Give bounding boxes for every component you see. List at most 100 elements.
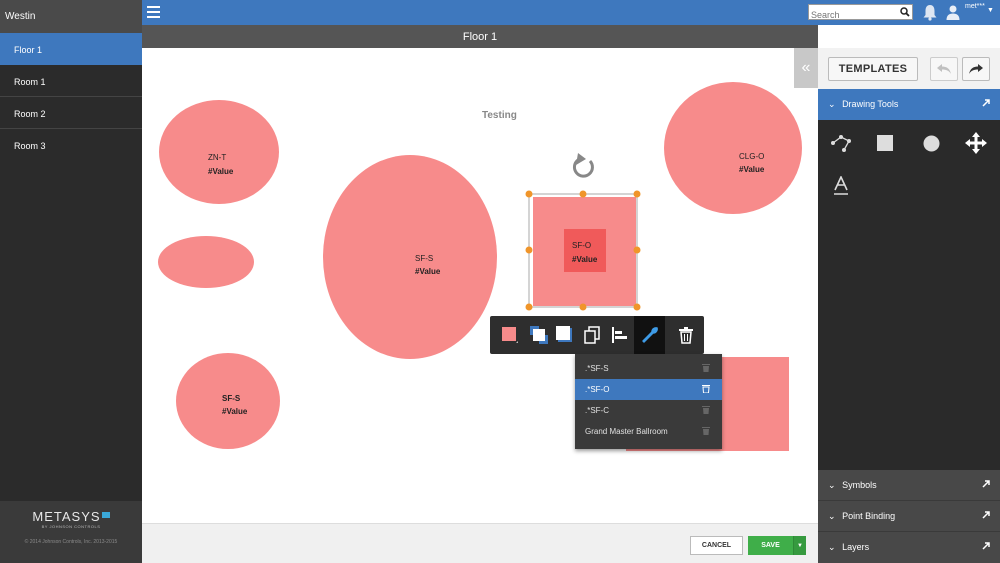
- shape-clg-o-name: CLG-O: [739, 152, 764, 161]
- resize-handle[interactable]: [579, 190, 587, 198]
- resize-handle[interactable]: [525, 246, 533, 254]
- move-tool[interactable]: [964, 131, 988, 155]
- trash-icon[interactable]: [702, 363, 710, 374]
- duplicate-button[interactable]: [576, 316, 607, 354]
- undo-icon: [937, 64, 951, 74]
- fill-color-icon: [501, 327, 518, 343]
- section-label: Layers: [842, 542, 870, 552]
- right-panel-header: TEMPLATES: [818, 48, 1000, 89]
- delete-shape-button[interactable]: [670, 316, 701, 354]
- sidebar-item-floor-1[interactable]: Floor 1: [0, 33, 142, 65]
- resize-handle[interactable]: [633, 303, 641, 311]
- collapsed-sections: ⌄ Symbols ⌄ Point Binding ⌄ Layers: [818, 470, 1000, 563]
- drawing-canvas[interactable]: ZN-T #Value SF-S #Value SF-S #Value CLG-…: [142, 48, 818, 523]
- right-panel: TEMPLATES ⌄ Drawing Tools ⌄ Symbols ⌄ Po…: [818, 48, 1000, 563]
- trash-icon[interactable]: [702, 405, 710, 416]
- menu-item-grand-master-ballroom[interactable]: Grand Master Ballroom: [575, 421, 722, 442]
- shape-clg-o[interactable]: [664, 82, 802, 214]
- site-name: Westin: [0, 0, 142, 33]
- sidebar-item-room-3[interactable]: Room 3: [0, 129, 142, 161]
- bell-icon[interactable]: [922, 4, 938, 26]
- left-sidebar: Westin Floor 1 Room 1 Room 2 Room 3 META…: [0, 0, 142, 563]
- metasys-logo: METASYS: [0, 509, 142, 524]
- sidebar-item-room-2[interactable]: Room 2: [0, 97, 142, 129]
- redo-button[interactable]: [962, 57, 990, 81]
- align-button[interactable]: [604, 316, 635, 354]
- chevron-down-icon[interactable]: ▼: [987, 7, 994, 14]
- shape-sf-o-value: #Value: [572, 255, 598, 264]
- cancel-button[interactable]: CANCEL: [690, 536, 743, 555]
- section-label: Drawing Tools: [842, 99, 899, 109]
- collapse-panel-button[interactable]: «: [794, 48, 818, 88]
- undo-button[interactable]: [930, 57, 958, 81]
- layer-dropdown-menu: .*SF-S .*SF-O .*SF-C Grand Master Ballro…: [575, 354, 722, 449]
- shape-sf-o-inner[interactable]: [564, 229, 606, 272]
- search-field[interactable]: [808, 4, 913, 22]
- shape-sf-s-small-value: #Value: [222, 407, 248, 416]
- top-bar: met*** ▼: [142, 0, 1000, 25]
- square-icon: [877, 135, 893, 151]
- section-label: Point Binding: [842, 511, 896, 521]
- expand-arrow-icon[interactable]: [982, 99, 990, 109]
- shape-zn-t-name: ZN-T: [208, 153, 226, 162]
- shape-toolbar: [490, 316, 704, 354]
- page-title: Floor 1: [142, 25, 818, 48]
- section-symbols[interactable]: ⌄ Symbols: [818, 470, 1000, 501]
- resize-handle[interactable]: [525, 303, 533, 311]
- save-options-chevron-icon[interactable]: ▼: [793, 536, 806, 555]
- copyright-text: © 2014 Johnson Controls, Inc. 2013-2015: [24, 539, 118, 545]
- menu-item-sf-c[interactable]: .*SF-C: [575, 400, 722, 421]
- ellipse-tool[interactable]: [919, 131, 943, 155]
- expand-arrow-icon[interactable]: [982, 542, 990, 552]
- rotate-icon[interactable]: [573, 153, 594, 178]
- canvas-shapes[interactable]: ZN-T #Value SF-S #Value SF-S #Value CLG-…: [142, 48, 818, 523]
- trash-icon[interactable]: [702, 426, 710, 437]
- logo-subtitle: BY JOHNSON CONTROLS: [41, 524, 101, 529]
- search-icon[interactable]: [897, 5, 912, 19]
- shape-sf-s-small-name: SF-S: [222, 394, 241, 403]
- resize-handle[interactable]: [633, 190, 641, 198]
- shape-clg-o-value: #Value: [739, 165, 765, 174]
- section-point-binding[interactable]: ⌄ Point Binding: [818, 501, 1000, 532]
- section-layers[interactable]: ⌄ Layers: [818, 532, 1000, 563]
- text-icon: [834, 176, 848, 195]
- expand-arrow-icon[interactable]: [982, 480, 990, 490]
- logo-mark-icon: [101, 512, 110, 518]
- user-icon[interactable]: [946, 4, 960, 25]
- shape-small-ellipse[interactable]: [158, 236, 254, 288]
- wrench-icon: [641, 327, 658, 343]
- username[interactable]: met***: [965, 3, 985, 10]
- resize-handle[interactable]: [633, 246, 641, 254]
- shape-sf-s-large-name: SF-S: [415, 254, 433, 263]
- circle-icon: [923, 135, 939, 151]
- properties-button[interactable]: [634, 316, 665, 354]
- logo-text: METASYS: [32, 509, 101, 524]
- section-drawing-tools[interactable]: ⌄ Drawing Tools: [818, 89, 1000, 120]
- save-button[interactable]: SAVE: [748, 536, 793, 555]
- trash-icon[interactable]: [702, 384, 710, 395]
- expand-arrow-icon[interactable]: [982, 511, 990, 521]
- menu-item-sf-s[interactable]: .*SF-S: [575, 358, 722, 379]
- section-label: Symbols: [842, 480, 877, 490]
- bring-forward-icon: [529, 326, 548, 344]
- menu-icon[interactable]: [147, 6, 160, 18]
- templates-button[interactable]: TEMPLATES: [828, 57, 918, 81]
- resize-handle[interactable]: [579, 303, 587, 311]
- search-input[interactable]: [809, 8, 897, 22]
- move-icon: [965, 132, 987, 154]
- text-tool[interactable]: [829, 174, 853, 198]
- shape-sf-s-large[interactable]: [323, 155, 497, 359]
- menu-item-sf-o[interactable]: .*SF-O: [575, 379, 722, 400]
- rectangle-tool[interactable]: [873, 131, 897, 155]
- drawing-tools-grid: [818, 120, 1000, 460]
- shape-zn-t[interactable]: [159, 100, 279, 204]
- chevron-down-icon: ⌄: [828, 480, 836, 490]
- shape-sf-o-name: SF-O: [572, 241, 591, 250]
- send-backward-icon: [555, 326, 572, 342]
- resize-handle[interactable]: [525, 190, 533, 198]
- chevron-down-icon: ⌄: [828, 99, 836, 109]
- sidebar-item-room-1[interactable]: Room 1: [0, 65, 142, 97]
- menu-item-label: .*SF-O: [585, 385, 610, 394]
- fill-color-button[interactable]: [494, 316, 525, 354]
- polyline-tool[interactable]: [829, 131, 853, 155]
